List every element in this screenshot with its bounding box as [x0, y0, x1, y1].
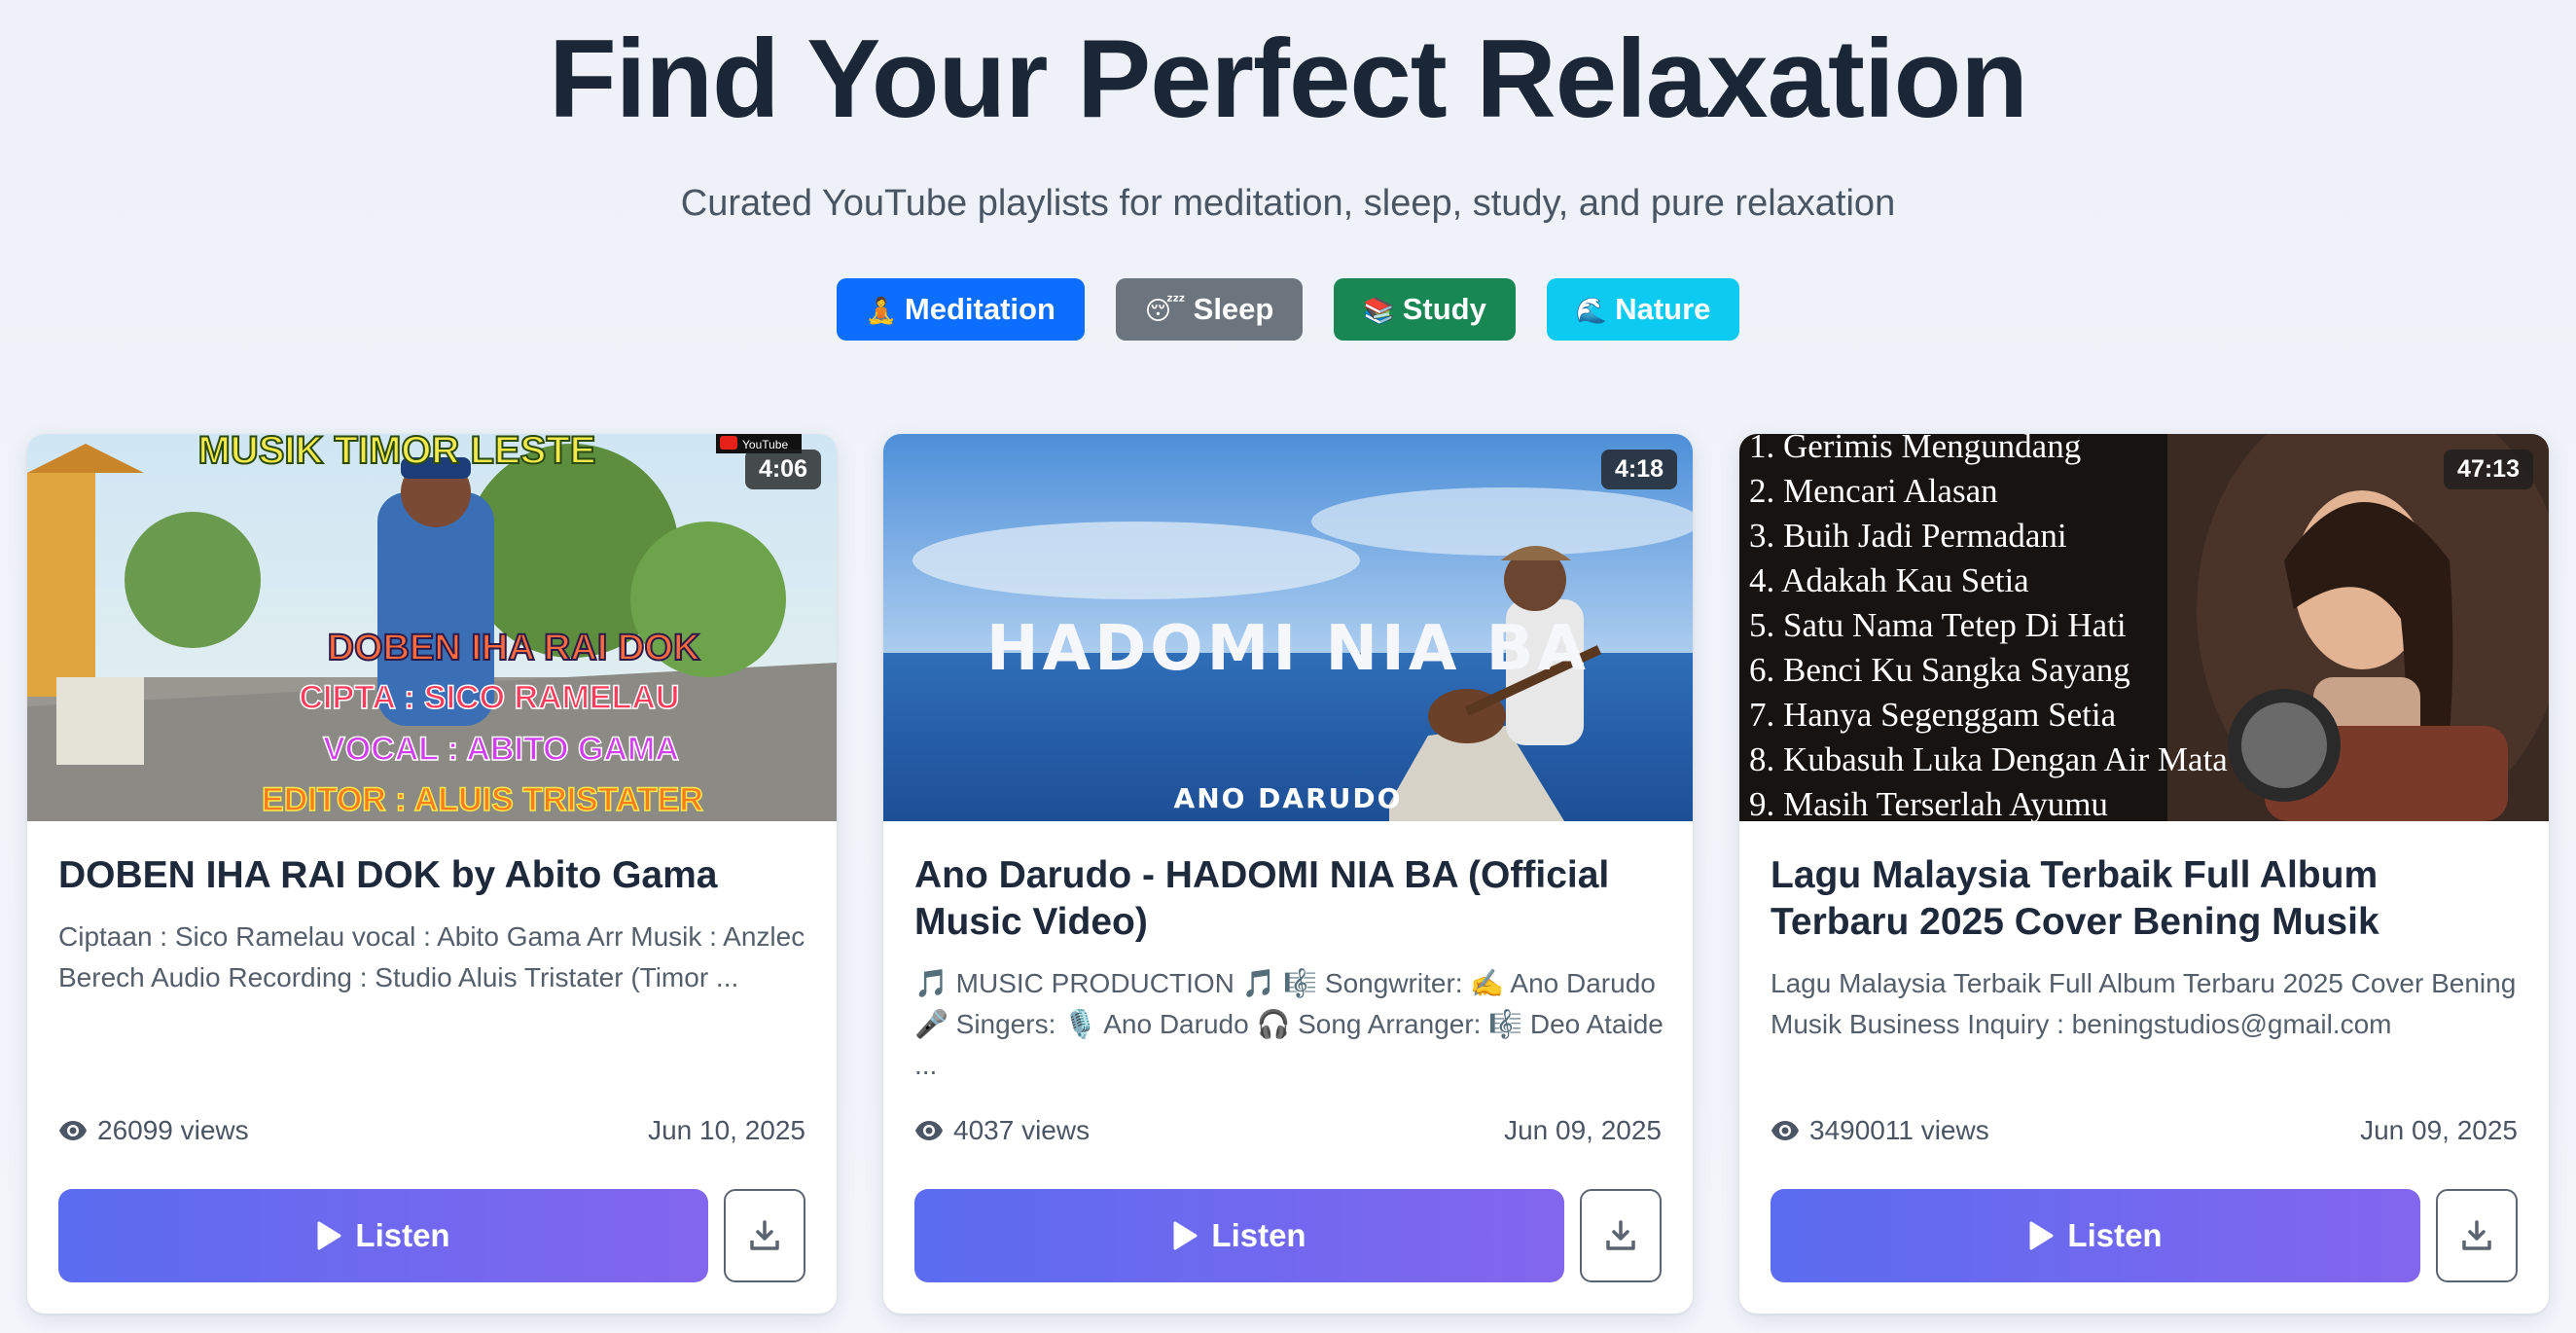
video-title[interactable]: Ano Darudo - HADOMI NIA BA (Official Mus…	[914, 852, 1664, 946]
video-description: 🎵 MUSIC PRODUCTION 🎵 🎼 Songwriter: ✍️ An…	[914, 968, 1664, 1080]
listen-button[interactable]: Listen	[58, 1189, 708, 1282]
publish-date: Jun 09, 2025	[1504, 1115, 1662, 1145]
play-icon	[317, 1221, 341, 1250]
video-card: 1. Gerimis Mengundang 2. Mencari Alasan …	[1739, 434, 2549, 1314]
thumb-composer: CIPTA : SICO RAMELAU	[300, 679, 680, 716]
video-meta: 26099 views Jun 10, 2025	[58, 1115, 805, 1154]
wave-icon: 🌊	[1575, 297, 1608, 326]
filter-nature-button[interactable]: 🌊 Nature	[1546, 278, 1740, 341]
listen-label: Listen	[355, 1217, 450, 1253]
thumb-editor: EDITOR : ALUIS TRISTATER	[262, 781, 703, 818]
thumb-song-title: HADOMI NIA BA	[986, 613, 1590, 685]
track-item: 4. Adakah Kau Setia	[1749, 561, 2029, 599]
thumb-song-title: DOBEN IHA RAI DOK	[328, 628, 700, 668]
filter-label: Study	[1402, 292, 1486, 326]
listen-button[interactable]: Listen	[914, 1189, 1564, 1282]
play-icon	[1173, 1221, 1198, 1250]
filter-label: Sleep	[1193, 292, 1274, 326]
track-item: 2. Mencari Alasan	[1749, 472, 1998, 510]
download-icon	[1606, 1220, 1635, 1250]
video-title[interactable]: Lagu Malaysia Terbaik Full Album Terbaru…	[1771, 852, 2520, 946]
track-item: 9. Masih Terserlah Ayumu	[1749, 785, 2108, 821]
eye-icon	[915, 1121, 943, 1140]
page-title: Find Your Perfect Relaxation	[549, 18, 2028, 141]
views-text: 26099 views	[97, 1115, 249, 1145]
filter-label: Nature	[1615, 292, 1711, 326]
video-thumbnail[interactable]: 1. Gerimis Mengundang 2. Mencari Alasan …	[1739, 434, 2549, 821]
category-filters: 🧘 Meditation 😴 Sleep 📚 Study 🌊 Nature	[0, 278, 2576, 341]
video-title[interactable]: DOBEN IHA RAI DOK by Abito Gama	[58, 852, 807, 899]
duration-badge: 47:13	[2444, 450, 2533, 489]
track-item: 8. Kubasuh Luka Dengan Air Mata	[1749, 740, 2228, 778]
listen-label: Listen	[2067, 1217, 2163, 1253]
track-item: 1. Gerimis Mengundang	[1749, 434, 2081, 465]
track-item: 7. Hanya Segenggam Setia	[1749, 696, 2117, 734]
filter-label: Meditation	[904, 292, 1055, 326]
thumbnail-image: HADOMI NIA BA ANO DARUDO	[883, 434, 1693, 821]
video-thumbnail[interactable]: HADOMI NIA BA ANO DARUDO 4:18	[883, 434, 1693, 821]
view-count: 3490011 views	[1771, 1115, 1989, 1146]
eye-icon	[1771, 1121, 1799, 1140]
download-button[interactable]	[1580, 1189, 1662, 1282]
thumbnail-image: MUSIK TIMOR LESTE YouTube DOBEN IHA RAI …	[27, 434, 837, 821]
publish-date: Jun 10, 2025	[648, 1115, 805, 1145]
video-thumbnail[interactable]: MUSIK TIMOR LESTE YouTube DOBEN IHA RAI …	[27, 434, 837, 821]
filter-sleep-button[interactable]: 😴 Sleep	[1115, 278, 1304, 341]
track-item: 3. Buih Jadi Permadani	[1749, 517, 2067, 555]
view-count: 4037 views	[914, 1115, 1090, 1146]
track-item: 6. Benci Ku Sangka Sayang	[1749, 651, 2130, 689]
video-meta: 3490011 views Jun 09, 2025	[1771, 1115, 2518, 1154]
filter-study-button[interactable]: 📚 Study	[1334, 278, 1516, 341]
play-icon	[2029, 1221, 2054, 1250]
page-subtitle: Curated YouTube playlists for meditation…	[680, 183, 1896, 224]
sleep-icon: 😴	[1144, 297, 1186, 326]
video-card: MUSIK TIMOR LESTE YouTube DOBEN IHA RAI …	[27, 434, 837, 1314]
listen-label: Listen	[1211, 1217, 1306, 1253]
meditation-icon: 🧘	[865, 297, 897, 326]
video-description: Lagu Malaysia Terbaik Full Album Terbaru…	[1771, 968, 2517, 1039]
duration-badge: 4:06	[744, 450, 821, 489]
thumb-banner: MUSIK TIMOR LESTE	[198, 434, 596, 472]
download-icon	[2462, 1220, 2491, 1250]
download-button[interactable]	[724, 1189, 805, 1282]
thumb-vocal: VOCAL : ABITO GAMA	[323, 731, 679, 768]
publish-date: Jun 09, 2025	[2360, 1115, 2518, 1145]
page: Find Your Perfect Relaxation Curated You…	[0, 0, 2576, 1333]
views-text: 4037 views	[953, 1115, 1091, 1145]
download-icon	[750, 1220, 779, 1250]
filter-meditation-button[interactable]: 🧘 Meditation	[836, 278, 1085, 341]
books-icon: 📚	[1363, 297, 1395, 326]
views-text: 3490011 views	[1809, 1115, 1989, 1145]
duration-badge: 4:18	[1600, 450, 1677, 489]
eye-icon	[59, 1121, 87, 1140]
video-description: Ciptaan : Sico Ramelau vocal : Abito Gam…	[58, 921, 805, 992]
download-button[interactable]	[2436, 1189, 2518, 1282]
track-item: 5. Satu Nama Tetep Di Hati	[1749, 606, 2127, 644]
listen-button[interactable]: Listen	[1771, 1189, 2420, 1282]
view-count: 26099 views	[58, 1115, 249, 1146]
video-meta: 4037 views Jun 09, 2025	[914, 1115, 1662, 1154]
thumb-artist: ANO DARUDO	[1174, 782, 1403, 814]
thumbnail-image: 1. Gerimis Mengundang 2. Mencari Alasan …	[1739, 434, 2549, 821]
video-card: HADOMI NIA BA ANO DARUDO 4:18 Ano Darudo…	[883, 434, 1693, 1314]
